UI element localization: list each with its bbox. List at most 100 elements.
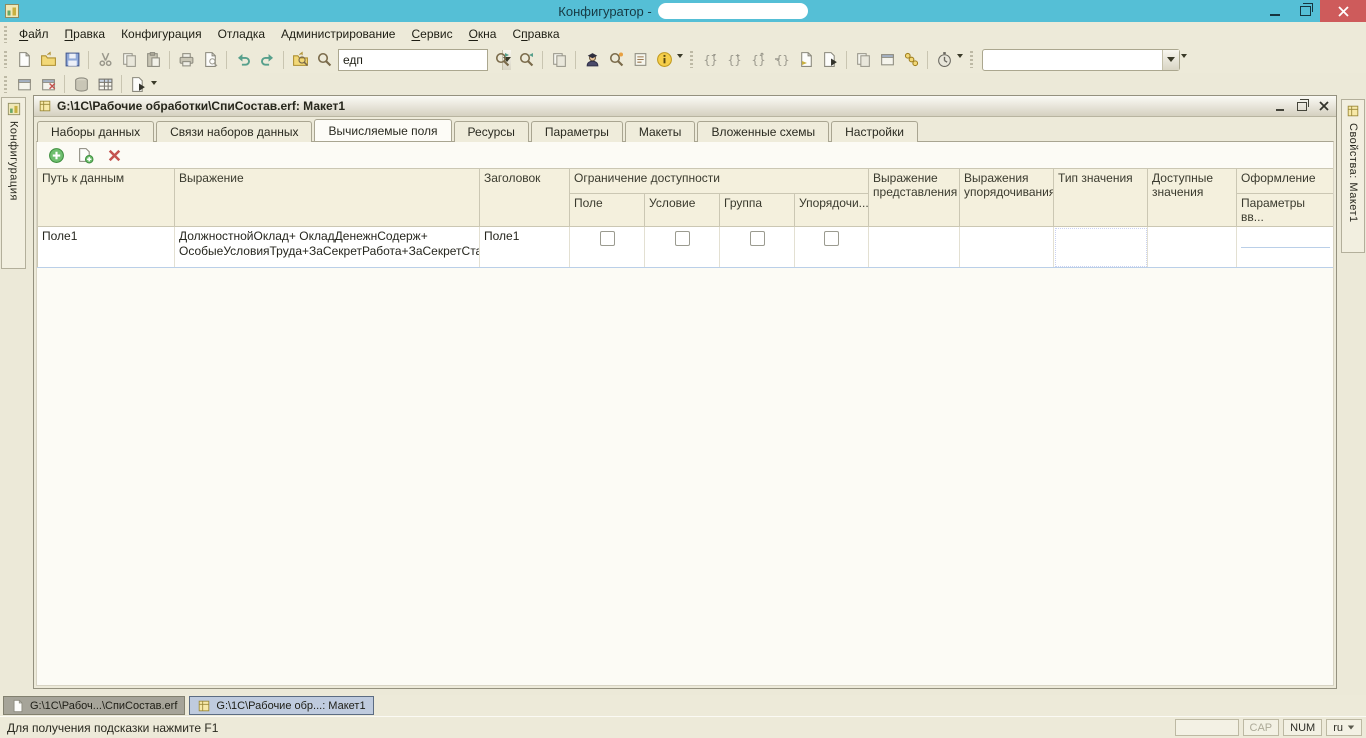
continue-button[interactable] [794, 49, 818, 71]
toolbar-grip[interactable] [690, 51, 693, 68]
doc-restore-button[interactable] [1294, 98, 1310, 113]
search-combobox[interactable] [338, 48, 511, 71]
window-tab-spisostav[interactable]: G:\1C\Рабоч...\СпиСостав.erf [3, 696, 186, 715]
toolbar-grip[interactable] [970, 51, 973, 68]
quick-select-input[interactable] [983, 49, 1162, 70]
copy-button[interactable] [117, 49, 141, 71]
clone-window-button[interactable] [547, 49, 571, 71]
tab-parameters[interactable]: Параметры [530, 121, 623, 142]
tab-templates[interactable]: Макеты [624, 121, 696, 142]
menubar-grip[interactable] [4, 25, 7, 43]
print-button[interactable] [174, 49, 198, 71]
condition-checkbox[interactable] [674, 231, 690, 246]
copy-fragment-button[interactable] [851, 49, 875, 71]
window-list-button[interactable] [12, 73, 36, 95]
panel-tab-properties[interactable]: Свойства: Макет1 [1341, 99, 1365, 253]
quick-select-dropdown-button[interactable] [1162, 49, 1179, 70]
menu-tools[interactable]: Сервис [404, 24, 459, 44]
syntax-check-button[interactable] [580, 49, 604, 71]
measure-time-button[interactable] [932, 49, 956, 71]
properties-window-button[interactable] [875, 49, 899, 71]
cell-value-type-selected[interactable] [1053, 226, 1149, 268]
document-window-titlebar[interactable]: G:\1C\Рабочие обработки\СпиСостав.erf: М… [34, 96, 1336, 117]
order-checkbox[interactable] [824, 231, 840, 246]
delete-button[interactable] [104, 145, 124, 165]
search-input[interactable] [339, 49, 502, 70]
col-header-expression[interactable]: Выражение [174, 168, 480, 227]
doc-minimize-button[interactable] [1272, 99, 1288, 113]
cell-title[interactable]: Поле1 [479, 226, 570, 268]
menu-help[interactable]: Справка [505, 24, 566, 44]
col-header-restriction-order[interactable]: Упорядочи... [793, 193, 870, 227]
close-window-button[interactable] [36, 73, 60, 95]
col-header-available-values[interactable]: Доступные значения [1147, 168, 1238, 227]
add-copy-button[interactable] [75, 145, 95, 165]
step-into-button[interactable] [698, 49, 722, 71]
step-out-button[interactable] [746, 49, 770, 71]
group-checkbox[interactable] [749, 231, 765, 246]
tab-resources[interactable]: Ресурсы [453, 121, 529, 142]
chain-links-button[interactable] [899, 49, 923, 71]
cell-expression[interactable]: ДолжностнойОклад+ ОкладДенежнСодерж+ Осо… [174, 226, 480, 268]
cell-restriction-group[interactable] [719, 226, 795, 268]
cell-restriction-condition[interactable] [644, 226, 720, 268]
close-button[interactable] [1320, 0, 1366, 22]
show-module-button[interactable] [818, 49, 842, 71]
col-header-ordering[interactable]: Выражения упорядочивания [959, 168, 1055, 227]
search-button[interactable] [312, 49, 336, 71]
undo-button[interactable] [231, 49, 255, 71]
find-next-button[interactable] [490, 49, 514, 71]
menu-administration[interactable]: Администрирование [274, 24, 402, 44]
cell-available-values[interactable] [1147, 226, 1238, 268]
menu-windows[interactable]: Окна [462, 24, 504, 44]
menu-file[interactable]: Файл [12, 24, 56, 44]
add-button[interactable] [46, 145, 66, 165]
tab-data-set-links[interactable]: Связи наборов данных [156, 121, 313, 142]
window-tab-maket1[interactable]: G:\1C\Рабочие обр...: Макет1 [189, 696, 374, 715]
database-button[interactable] [69, 73, 93, 95]
col-header-value-type[interactable]: Тип значения [1053, 168, 1149, 227]
open-button[interactable] [36, 49, 60, 71]
step-over-button[interactable] [722, 49, 746, 71]
col-header-restriction-condition[interactable]: Условие [644, 193, 720, 227]
templates-button[interactable] [628, 49, 652, 71]
print-preview-button[interactable] [198, 49, 222, 71]
appearance-subcell-bottom[interactable] [1241, 248, 1330, 265]
col-header-title[interactable]: Заголовок [479, 168, 570, 227]
minimize-button[interactable] [1260, 0, 1290, 22]
menu-edit[interactable]: Правка [58, 24, 113, 44]
cell-appearance[interactable] [1236, 226, 1333, 268]
measure-dropdown-caret[interactable] [957, 54, 963, 58]
find-in-files-button[interactable] [288, 49, 312, 71]
toolbar-grip[interactable] [4, 75, 7, 93]
panel-tab-configuration[interactable]: Конфигурация [1, 97, 26, 269]
save-button[interactable] [60, 49, 84, 71]
tab-nested-schemas[interactable]: Вложенные схемы [697, 121, 830, 142]
quick-select-combobox[interactable] [982, 48, 1180, 71]
cell-ordering[interactable] [959, 226, 1055, 268]
find-in-modules-button[interactable] [604, 49, 628, 71]
info-button[interactable] [652, 49, 676, 71]
cell-restriction-order[interactable] [794, 226, 870, 268]
cell-data-path[interactable]: Поле1 [37, 226, 175, 268]
cut-button[interactable] [93, 49, 117, 71]
field-checkbox[interactable] [599, 231, 615, 246]
paste-button[interactable] [141, 49, 165, 71]
status-language[interactable]: ru [1326, 719, 1362, 736]
table-button[interactable] [93, 73, 117, 95]
module-dropdown-caret[interactable] [151, 81, 157, 85]
doc-close-button[interactable] [1316, 99, 1332, 113]
module-run-button[interactable] [126, 73, 150, 95]
menu-debug[interactable]: Отладка [211, 24, 272, 44]
col-header-restriction-field[interactable]: Поле [569, 193, 645, 227]
redo-button[interactable] [255, 49, 279, 71]
find-previous-button[interactable] [514, 49, 538, 71]
info-dropdown-caret[interactable] [677, 54, 683, 58]
toolbar-grip[interactable] [4, 51, 7, 68]
tab-calculated-fields[interactable]: Вычисляемые поля [314, 119, 452, 141]
menu-configuration[interactable]: Конфигурация [114, 24, 209, 44]
col-header-appearance[interactable]: Оформление [1236, 168, 1333, 194]
appearance-subcell-top[interactable] [1241, 229, 1331, 248]
tab-data-sets[interactable]: Наборы данных [37, 121, 155, 142]
new-document-button[interactable] [12, 49, 36, 71]
